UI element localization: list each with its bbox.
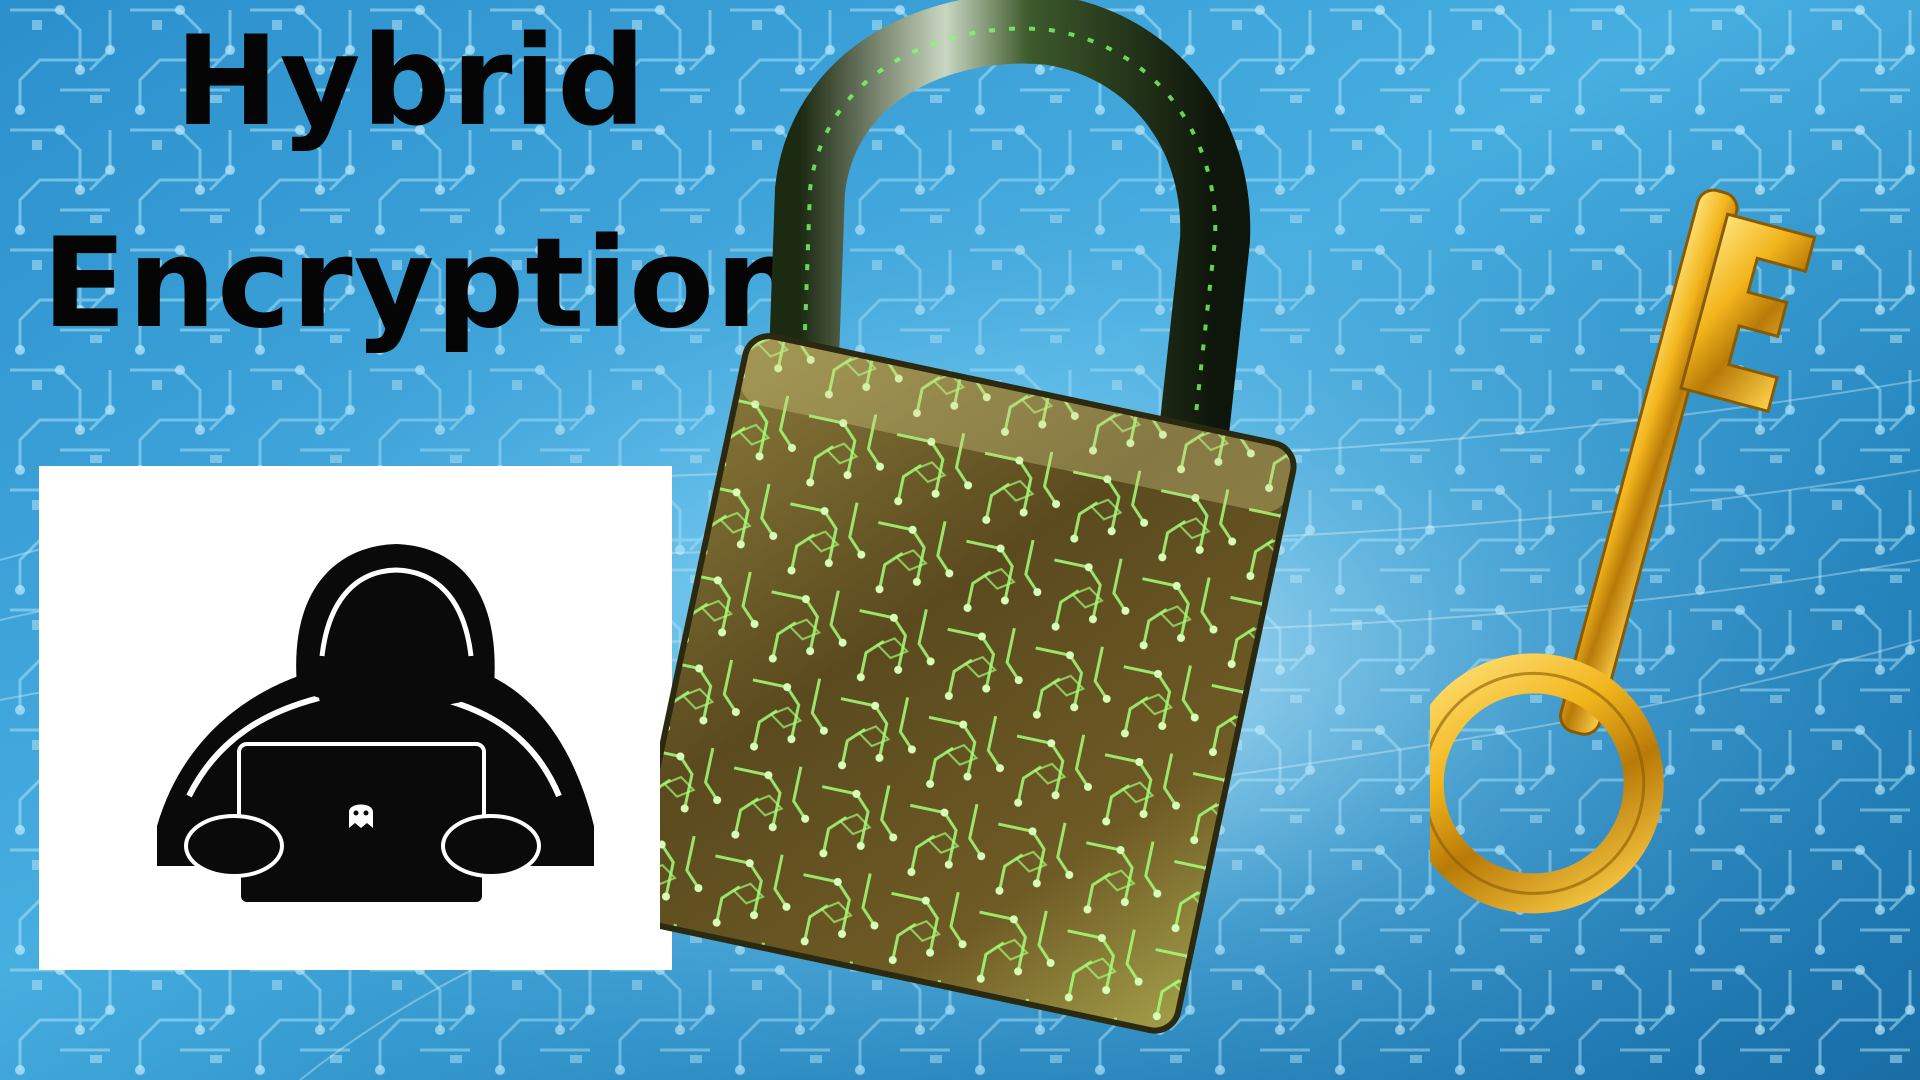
ghost-logo-icon	[349, 804, 373, 828]
key-bow	[1430, 653, 1664, 914]
title-line-1: Hybrid	[175, 10, 647, 154]
padlock-body	[660, 333, 1297, 1034]
thumbnail-canvas: Hybrid Encryption	[0, 0, 1920, 1080]
golden-key-icon	[1430, 188, 1817, 914]
hooded-hacker-icon	[157, 544, 594, 906]
hacker-panel	[39, 466, 672, 970]
padlock-icon	[660, 0, 1297, 1034]
